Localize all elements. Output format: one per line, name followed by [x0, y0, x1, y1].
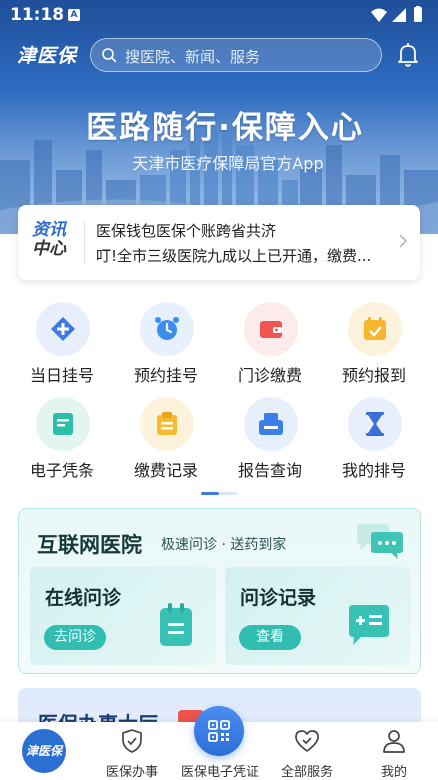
- qr-code-icon: [208, 720, 230, 742]
- app-logo[interactable]: 津医保: [17, 41, 77, 68]
- clipboard-icon: [160, 603, 192, 646]
- news-badge-line2: 中心: [32, 239, 66, 259]
- user-icon: [383, 730, 405, 753]
- signal-icon: [392, 8, 406, 22]
- service-label: 预约挂号: [133, 366, 198, 385]
- consult-records-title: 问诊记录: [240, 587, 317, 609]
- service-label: 预约报到: [341, 366, 406, 385]
- service-electronic-receipt[interactable]: 电子凭条: [10, 391, 114, 486]
- nav-all-services[interactable]: 全部服务: [263, 722, 351, 780]
- nav-label: 医保电子凭证: [180, 765, 259, 780]
- chat-bubble-icon: [357, 524, 403, 559]
- nav-label: 我的: [380, 765, 407, 780]
- status-bar: 11:18 A: [0, 0, 438, 30]
- service-same-day-registration[interactable]: 当日挂号: [10, 296, 114, 391]
- alarm-clock-icon: [140, 302, 194, 356]
- service-report-query[interactable]: 报告查询: [218, 391, 322, 486]
- service-label: 门诊缴费: [237, 366, 302, 385]
- chevron-right-icon[interactable]: [398, 233, 408, 249]
- news-headline[interactable]: 叮!全市三级医院九成以上已开通，缴费...: [96, 245, 394, 266]
- go-consult-button[interactable]: 去问诊: [44, 625, 106, 650]
- grid-page-indicator: [201, 492, 237, 495]
- search-placeholder: 搜医院、新闻、服务: [125, 48, 261, 66]
- qr-voucher-button[interactable]: [194, 706, 244, 756]
- news-divider: [84, 221, 85, 265]
- page-dot: [219, 492, 237, 495]
- notification-badge: A: [68, 9, 80, 21]
- internet-hospital-subtitle: 极速问诊 · 送药到家: [161, 537, 287, 553]
- nav-mine[interactable]: 我的: [350, 722, 438, 780]
- calendar-check-icon: [348, 302, 402, 356]
- online-consult-title: 在线问诊: [45, 587, 122, 609]
- shield-check-icon: [122, 729, 142, 753]
- service-appointment-registration[interactable]: 预约挂号: [114, 296, 218, 391]
- diamond-cross-icon: [36, 302, 90, 356]
- service-label: 当日挂号: [29, 366, 94, 385]
- search-icon: [102, 48, 117, 63]
- nav-label: 全部服务: [280, 765, 333, 780]
- service-label: 电子凭条: [29, 461, 94, 480]
- service-label: 我的排号: [341, 461, 406, 480]
- service-payment-records[interactable]: 缴费记录: [114, 391, 218, 486]
- news-center-badge: 资讯 中心: [32, 221, 74, 259]
- wallet-icon: [244, 302, 298, 356]
- page-dot-active: [201, 492, 219, 495]
- battery-icon: [414, 7, 422, 22]
- news-headline[interactable]: 医保钱包医保个账跨省共济: [96, 220, 394, 241]
- hourglass-icon: [348, 397, 402, 451]
- status-time: 11:18: [10, 5, 65, 25]
- banner-subtitle: 天津市医疗保障局官方App: [132, 154, 324, 173]
- receipt-icon: [36, 397, 90, 451]
- service-label: 报告查询: [237, 461, 302, 480]
- online-consult-card[interactable]: 在线问诊 去问诊: [30, 567, 216, 665]
- message-list-icon: [349, 605, 389, 645]
- wifi-icon: [371, 8, 387, 22]
- nav-label: 医保办事: [105, 765, 158, 780]
- home-logo-icon: 津医保: [22, 729, 66, 773]
- top-bar: 津医保 搜医院、新闻、服务: [0, 36, 438, 76]
- printer-icon: [244, 397, 298, 451]
- nav-insurance-affairs[interactable]: 医保办事: [88, 722, 176, 780]
- view-records-button[interactable]: 查看: [239, 625, 301, 650]
- news-center-card[interactable]: 资讯 中心 医保钱包医保个账跨省共济 叮!全市三级医院九成以上已开通，缴费...: [18, 205, 420, 280]
- status-icons: [371, 6, 422, 22]
- service-appointment-checkin[interactable]: 预约报到: [322, 296, 426, 391]
- banner-slogan: 医路随行·保障入心: [86, 110, 364, 146]
- clipboard-icon: [140, 397, 194, 451]
- service-my-queue[interactable]: 我的排号: [322, 391, 426, 486]
- internet-hospital-card: 互联网医院 极速问诊 · 送药到家 在线问诊 去问诊 问诊记录 查看: [18, 508, 421, 674]
- service-label: 缴费记录: [133, 461, 198, 480]
- heart-check-icon: [295, 730, 319, 752]
- bell-icon[interactable]: [396, 42, 420, 68]
- nav-home[interactable]: 津医保: [0, 722, 88, 780]
- hero-banner: 11:18 A 津医保 搜医院、新闻、服务 医路随行·保障入心 天津市医疗保障局…: [0, 0, 438, 234]
- news-badge-line1: 资讯: [32, 220, 66, 240]
- consult-records-card[interactable]: 问诊记录 查看: [225, 567, 411, 665]
- internet-hospital-title[interactable]: 互联网医院: [37, 529, 142, 559]
- search-bar[interactable]: 搜医院、新闻、服务: [90, 38, 382, 72]
- service-outpatient-payment[interactable]: 门诊缴费: [218, 296, 322, 391]
